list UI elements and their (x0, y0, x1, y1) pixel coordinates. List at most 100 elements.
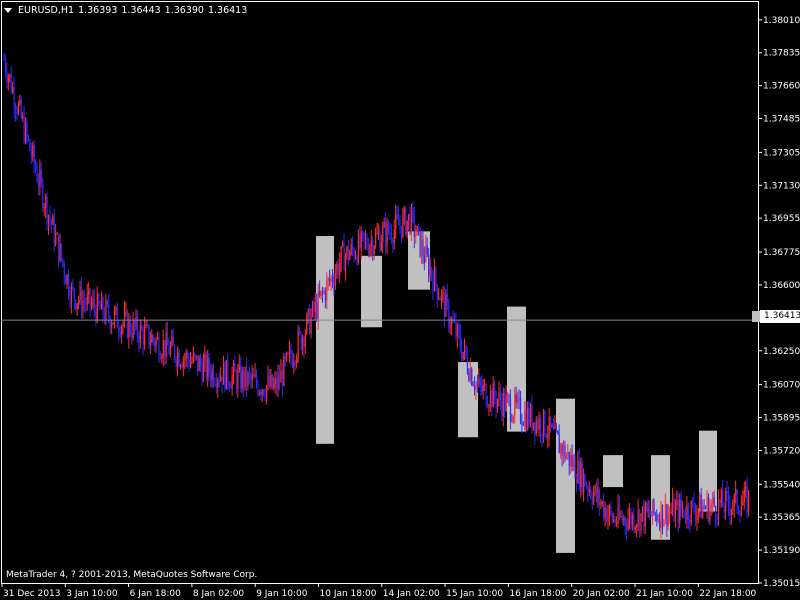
candle-body (650, 515, 652, 517)
candle-body (271, 374, 273, 389)
candle-body (241, 370, 243, 389)
chart-menu-arrow-icon[interactable] (4, 7, 12, 13)
candle-body (739, 512, 741, 516)
candle-body (165, 331, 167, 357)
candle-body (709, 507, 711, 521)
candle-body (46, 196, 48, 224)
candle-body (584, 474, 586, 487)
candle-body (402, 215, 404, 237)
candle-body (99, 304, 101, 310)
candle-body (633, 514, 635, 530)
candle-body (198, 358, 200, 371)
candle-body (179, 365, 182, 367)
candle-body (188, 359, 190, 367)
session-highlight-box (458, 362, 478, 438)
candle-body (608, 506, 611, 516)
price-chart[interactable]: 1.38010 1.37835 1.37660 1.37485 1.37305 1.371… (0, 0, 800, 600)
candle-body (116, 306, 119, 329)
candle-body (661, 504, 664, 527)
candle-body (663, 520, 665, 527)
candle-body (363, 233, 365, 240)
price-axis-label: 1.36250 (763, 347, 800, 357)
candle-body (350, 243, 352, 254)
candle-body (715, 506, 717, 519)
candle-body (465, 345, 467, 357)
candle-body (313, 302, 315, 312)
candle-body (53, 216, 55, 245)
candle-body (187, 352, 189, 360)
candle-body (528, 408, 530, 425)
price-axis-label: 1.35015 (763, 579, 800, 589)
time-axis-label: 15 Jan 10:00 (446, 589, 503, 599)
candle-body (689, 520, 691, 523)
candle-body (389, 232, 391, 234)
candle-body (469, 368, 471, 381)
time-axis-label: 6 Jan 18:00 (130, 589, 182, 599)
candle-body (690, 500, 692, 523)
candle-body (168, 345, 170, 355)
candle-body (59, 243, 61, 262)
candle-body (35, 164, 37, 171)
candle-body (108, 304, 110, 318)
candle-body (222, 363, 225, 385)
candle-body (281, 370, 284, 386)
candle-body (544, 410, 546, 436)
candle-body (260, 391, 262, 395)
candle-body (161, 356, 163, 359)
candle-body (593, 492, 595, 503)
candle-body (324, 290, 327, 301)
ohlc-close: 1.36413 (207, 4, 248, 16)
candle-body (406, 220, 408, 235)
candle-body (12, 87, 14, 93)
candle-body (474, 385, 476, 390)
candle-body (266, 385, 268, 398)
candle-body (172, 336, 174, 346)
candle-body (382, 227, 384, 243)
candle-body (568, 451, 570, 467)
copyright-text: MetaTrader 4, ? 2001-2013, MetaQuotes So… (6, 570, 258, 580)
candle-body (660, 504, 662, 529)
ohlc-low: 1.36390 (164, 4, 204, 16)
candle-body (235, 372, 238, 389)
candle-body (647, 509, 649, 512)
candle-body (159, 357, 162, 359)
candle-body (639, 510, 641, 531)
session-highlight-box (316, 236, 334, 444)
price-axis-label: 1.35720 (763, 446, 800, 456)
candle-body (237, 370, 239, 389)
candle-body (519, 398, 522, 422)
candle-body (706, 497, 708, 509)
candle-body (360, 231, 362, 248)
current-price-tag: 1.36413 (760, 310, 800, 323)
candle-body (420, 239, 423, 256)
candle-body (746, 487, 748, 513)
candle-body (154, 340, 156, 347)
candle-body (680, 499, 682, 510)
candle-body (88, 289, 90, 295)
candle-body (571, 455, 573, 468)
candle-body (332, 276, 334, 283)
candle-body (164, 340, 166, 357)
candle-body (124, 312, 126, 324)
candle-body (158, 337, 160, 358)
candle-body (502, 393, 504, 417)
candle-body (70, 286, 73, 304)
candle-body (738, 509, 740, 513)
candle-body (314, 301, 317, 312)
candle-body (405, 208, 407, 235)
chart-window[interactable]: 1.38010 1.37835 1.37660 1.37485 1.37305 1.371… (0, 0, 800, 600)
candle-body (290, 349, 292, 358)
candle-body (423, 255, 426, 262)
candle-body (719, 498, 721, 504)
candle-body (387, 222, 390, 233)
candle-body (694, 511, 697, 520)
candle-body (492, 383, 494, 408)
candle-body (436, 284, 438, 299)
candle-body (359, 234, 361, 248)
candle-body (630, 511, 632, 525)
candle-body (47, 215, 50, 224)
candle-body (139, 325, 141, 343)
candle-body (412, 207, 414, 214)
candle-body (594, 485, 596, 493)
candle-body (144, 327, 146, 345)
